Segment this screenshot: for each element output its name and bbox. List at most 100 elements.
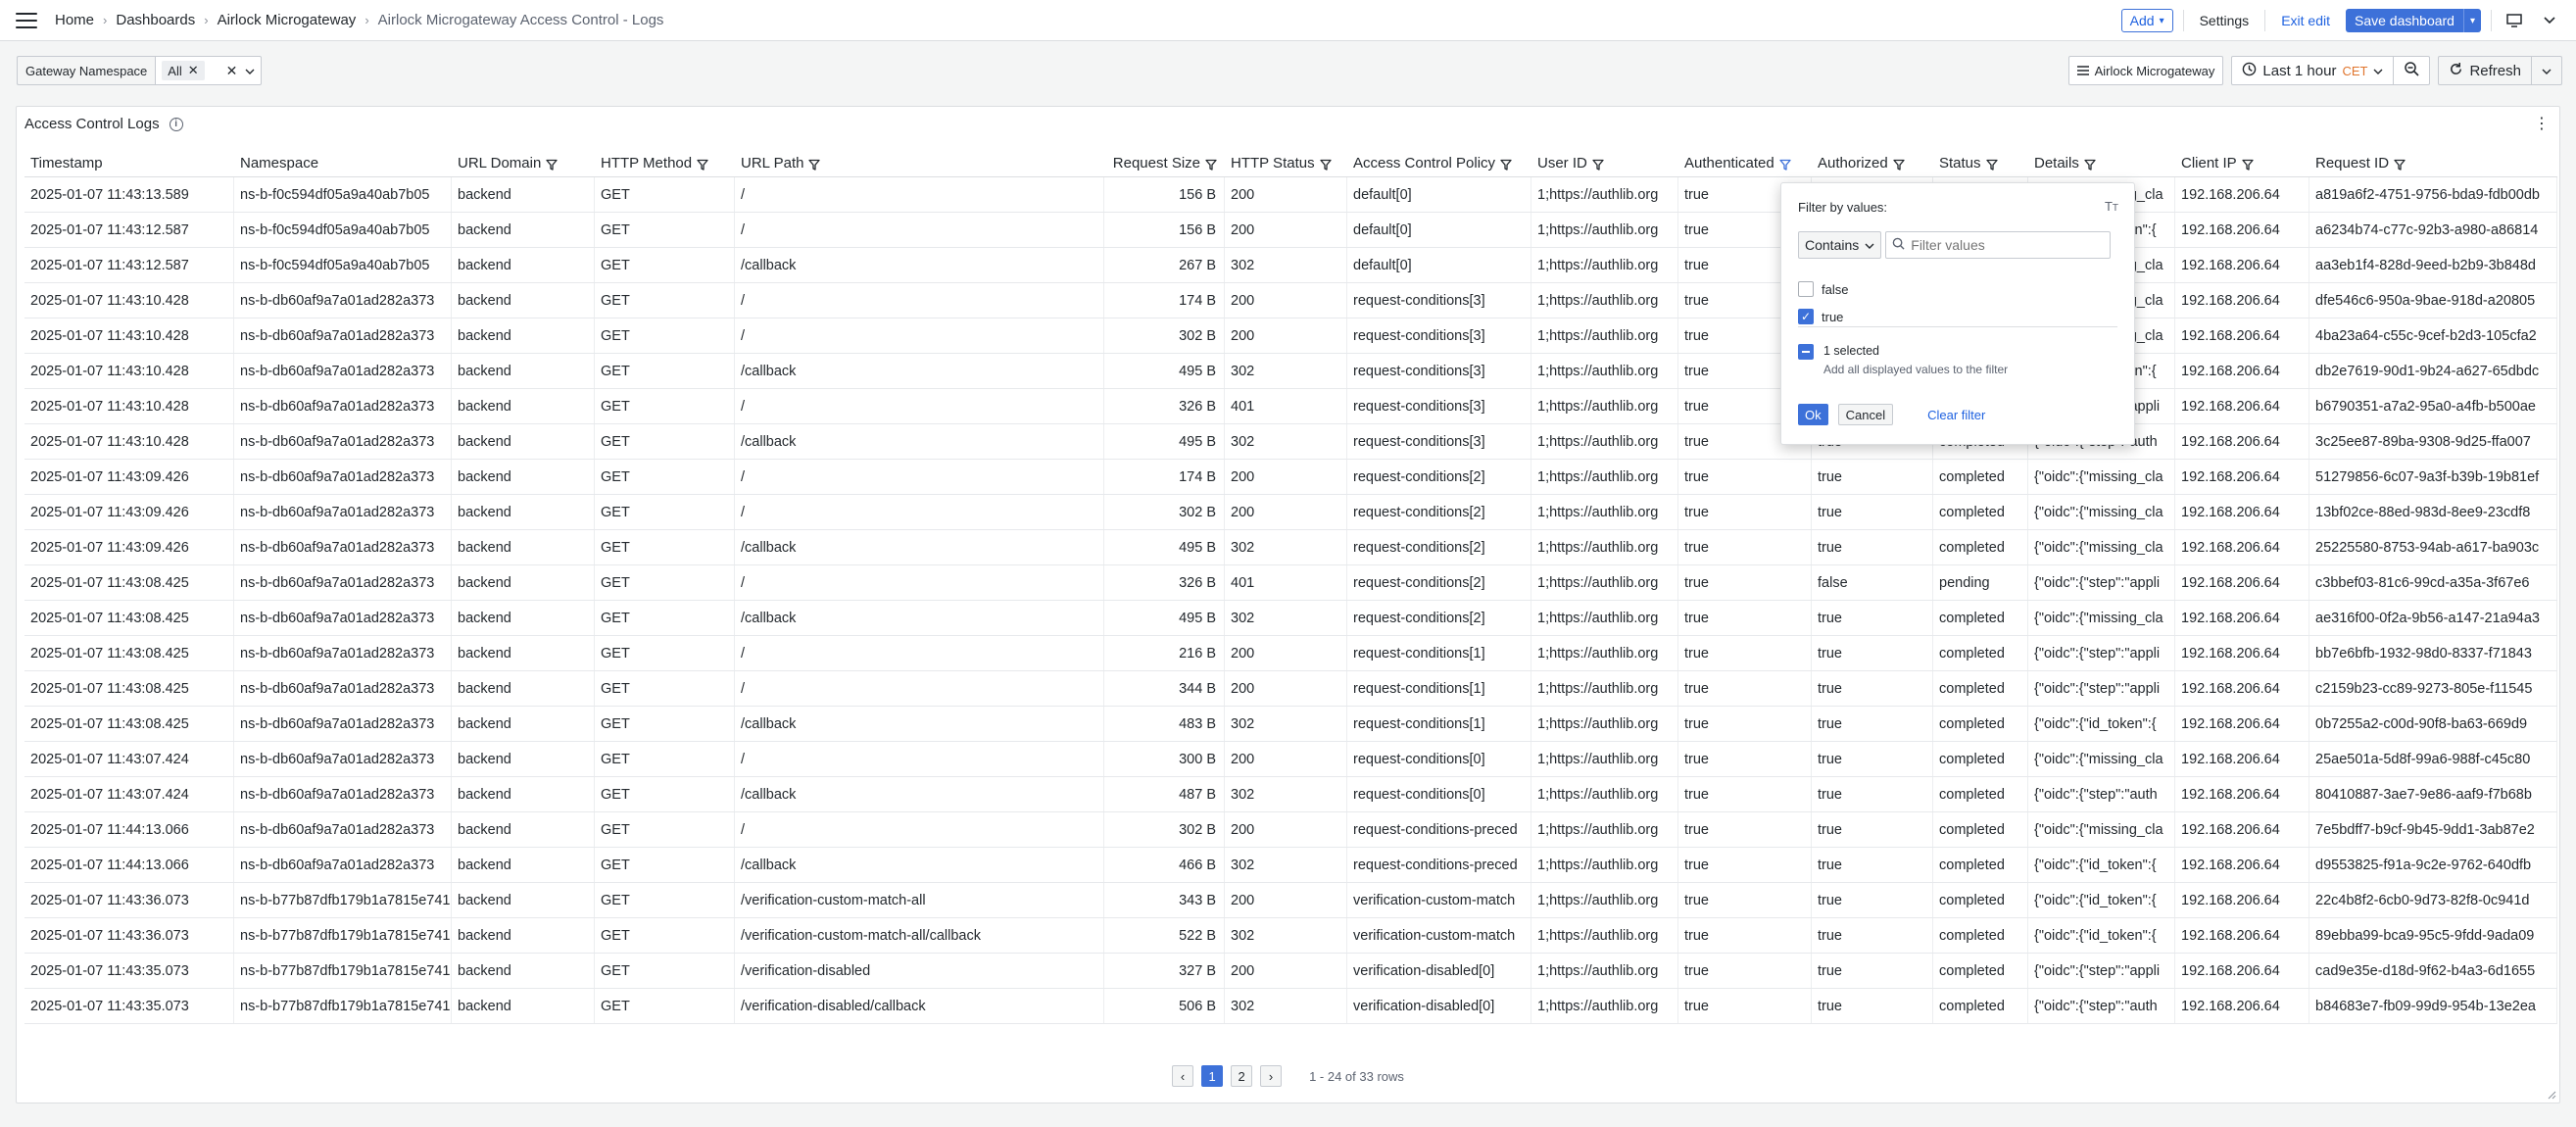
- table-row[interactable]: 2025-01-07 11:43:13.589 ns-b-f0c594df05a9…: [24, 177, 2557, 213]
- gateway-namespace-select[interactable]: All ✕ ✕: [155, 56, 263, 85]
- save-dashboard-button[interactable]: Save dashboard ▾: [2346, 9, 2481, 32]
- table-row[interactable]: 2025-01-07 11:43:36.073 ns-b-b77b87dfb179…: [24, 883, 2557, 918]
- cancel-button[interactable]: Cancel: [1837, 404, 1894, 425]
- filter-icon[interactable]: [1500, 158, 1512, 171]
- refresh-button[interactable]: Refresh: [2439, 57, 2531, 84]
- table-cell: 2025-01-07 11:43:12.587: [24, 213, 234, 247]
- filter-icon[interactable]: [808, 158, 821, 171]
- checkbox-true[interactable]: ✓: [1798, 309, 1814, 324]
- clear-filter-button[interactable]: Clear filter: [1920, 404, 1992, 425]
- table-row[interactable]: 2025-01-07 11:43:08.425 ns-b-db60af9a7a01…: [24, 707, 2557, 742]
- table-cell: pending: [1933, 565, 2028, 600]
- panel-title[interactable]: Access Control Logs: [24, 116, 160, 132]
- operator-select[interactable]: Contains: [1798, 231, 1882, 259]
- chevron-down-icon[interactable]: [2537, 9, 2562, 32]
- table-row[interactable]: 2025-01-07 11:43:10.428 ns-b-db60af9a7a01…: [24, 389, 2557, 424]
- chevron-down-icon[interactable]: ▾: [2462, 9, 2481, 32]
- filter-icon[interactable]: [1893, 158, 1905, 171]
- table-row[interactable]: 2025-01-07 11:43:08.425 ns-b-db60af9a7a01…: [24, 636, 2557, 671]
- exit-edit-button[interactable]: Exit edit: [2275, 9, 2336, 32]
- table-row[interactable]: 2025-01-07 11:43:10.428 ns-b-db60af9a7a01…: [24, 283, 2557, 318]
- column-header[interactable]: Timestamp: [24, 150, 234, 176]
- table-row[interactable]: 2025-01-07 11:43:10.428 ns-b-db60af9a7a01…: [24, 354, 2557, 389]
- table-row[interactable]: 2025-01-07 11:43:12.587 ns-b-f0c594df05a9…: [24, 248, 2557, 283]
- column-header[interactable]: Details: [2028, 150, 2175, 176]
- menu-icon[interactable]: [16, 12, 37, 28]
- page-2-button[interactable]: 2: [1231, 1065, 1253, 1087]
- case-sensitive-icon[interactable]: TT: [2105, 199, 2118, 214]
- column-header[interactable]: HTTP Method: [595, 150, 735, 176]
- add-button[interactable]: Add ▾: [2120, 9, 2173, 32]
- column-header[interactable]: Authenticated: [1678, 150, 1812, 176]
- column-header[interactable]: URL Domain: [452, 150, 595, 176]
- filter-icon[interactable]: [2242, 158, 2254, 171]
- breadcrumb-dashboards[interactable]: Dashboards: [116, 12, 195, 28]
- refresh-interval-dropdown[interactable]: [2531, 57, 2561, 84]
- table-cell: {"oidc":{"id_token":{: [2028, 848, 2175, 882]
- table-row[interactable]: 2025-01-07 11:43:08.425 ns-b-db60af9a7a01…: [24, 565, 2557, 601]
- column-header[interactable]: Client IP: [2175, 150, 2309, 176]
- next-page-button[interactable]: ›: [1260, 1065, 1283, 1087]
- remove-chip-icon[interactable]: ✕: [188, 63, 199, 78]
- chevron-right-icon: ›: [103, 13, 108, 27]
- filter-icon[interactable]: [1319, 158, 1332, 171]
- ok-button[interactable]: Ok: [1798, 404, 1828, 425]
- table-row[interactable]: 2025-01-07 11:43:10.428 ns-b-db60af9a7a01…: [24, 424, 2557, 460]
- table-row[interactable]: 2025-01-07 11:43:09.426 ns-b-db60af9a7a01…: [24, 460, 2557, 495]
- select-all-checkbox[interactable]: [1798, 344, 1814, 360]
- table-row[interactable]: 2025-01-07 11:43:08.425 ns-b-db60af9a7a01…: [24, 671, 2557, 707]
- breadcrumb-folder[interactable]: Airlock Microgateway: [218, 12, 357, 28]
- column-header[interactable]: Access Control Policy: [1347, 150, 1531, 176]
- filter-values-search[interactable]: [1885, 231, 2112, 259]
- checkbox-false[interactable]: [1798, 281, 1814, 297]
- panel-menu-icon[interactable]: ⋮: [2534, 117, 2550, 132]
- table-row[interactable]: 2025-01-07 11:43:09.426 ns-b-db60af9a7a01…: [24, 495, 2557, 530]
- table-row[interactable]: 2025-01-07 11:43:35.073 ns-b-b77b87dfb179…: [24, 954, 2557, 989]
- filter-option-false[interactable]: false: [1798, 281, 1848, 297]
- table-row[interactable]: 2025-01-07 11:44:13.066 ns-b-db60af9a7a01…: [24, 812, 2557, 848]
- column-header[interactable]: Request Size: [1104, 150, 1225, 176]
- filter-icon[interactable]: [546, 158, 558, 171]
- filter-icon[interactable]: [697, 158, 708, 171]
- dashboard-link-button[interactable]: Airlock Microgateway: [2067, 56, 2224, 85]
- table-row[interactable]: 2025-01-07 11:43:07.424 ns-b-db60af9a7a01…: [24, 777, 2557, 812]
- chevron-down-icon[interactable]: [245, 63, 255, 79]
- prev-page-button[interactable]: ‹: [1172, 1065, 1194, 1087]
- table-row[interactable]: 2025-01-07 11:43:10.428 ns-b-db60af9a7a01…: [24, 318, 2557, 354]
- filter-values-input[interactable]: [1911, 237, 2098, 253]
- column-header[interactable]: Namespace: [234, 150, 452, 176]
- select-all-toggle[interactable]: [1798, 344, 1814, 360]
- table-row[interactable]: 2025-01-07 11:43:08.425 ns-b-db60af9a7a01…: [24, 601, 2557, 636]
- time-range-picker[interactable]: Last 1 hour CET: [2232, 57, 2393, 84]
- filter-icon[interactable]: [1985, 158, 1998, 171]
- table-row[interactable]: 2025-01-07 11:43:36.073 ns-b-b77b87dfb179…: [24, 918, 2557, 954]
- zoom-out-button[interactable]: [2393, 57, 2429, 84]
- filter-option-true[interactable]: ✓ true: [1798, 309, 1843, 324]
- table-row[interactable]: 2025-01-07 11:43:09.426 ns-b-db60af9a7a01…: [24, 530, 2557, 565]
- column-header-label: HTTP Status: [1231, 155, 1315, 172]
- settings-button[interactable]: Settings: [2194, 9, 2256, 32]
- filter-icon[interactable]: [1779, 158, 1791, 171]
- column-header[interactable]: URL Path: [735, 150, 1104, 176]
- table-row[interactable]: 2025-01-07 11:43:35.073 ns-b-b77b87dfb179…: [24, 989, 2557, 1024]
- filter-icon[interactable]: [2084, 158, 2096, 171]
- table-cell: /verification-disabled/callback: [735, 989, 1104, 1023]
- filter-icon[interactable]: [1592, 158, 1604, 171]
- filter-icon[interactable]: [1205, 158, 1217, 171]
- table-row[interactable]: 2025-01-07 11:43:07.424 ns-b-db60af9a7a01…: [24, 742, 2557, 777]
- column-header[interactable]: Request ID: [2309, 150, 2557, 176]
- info-icon[interactable]: i: [169, 117, 183, 131]
- table-cell: 200: [1225, 213, 1347, 247]
- column-header[interactable]: Authorized: [1812, 150, 1933, 176]
- table-row[interactable]: 2025-01-07 11:44:13.066 ns-b-db60af9a7a01…: [24, 848, 2557, 883]
- column-header[interactable]: User ID: [1531, 150, 1678, 176]
- clear-icon[interactable]: ✕: [226, 63, 238, 79]
- breadcrumb-home[interactable]: Home: [55, 12, 94, 28]
- monitor-icon[interactable]: [2502, 9, 2527, 32]
- filter-icon[interactable]: [2394, 158, 2406, 171]
- page-1-button[interactable]: 1: [1201, 1065, 1224, 1087]
- table-row[interactable]: 2025-01-07 11:43:12.587 ns-b-f0c594df05a9…: [24, 213, 2557, 248]
- column-header[interactable]: Status: [1933, 150, 2028, 176]
- column-header[interactable]: HTTP Status: [1225, 150, 1347, 176]
- resize-handle-icon[interactable]: [2547, 1090, 2556, 1100]
